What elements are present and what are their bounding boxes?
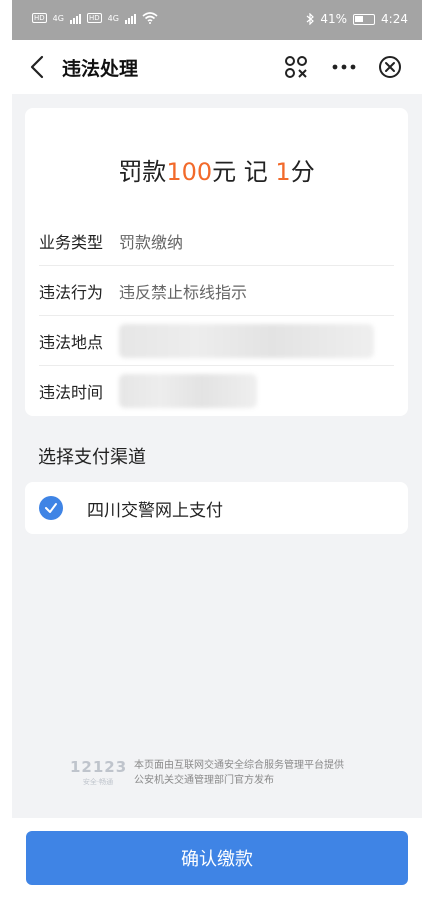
status-left: HD 4G HD 4G bbox=[32, 12, 158, 24]
logo-slogan: 安全·畅通 bbox=[82, 778, 114, 786]
status-bar: HD 4G HD 4G 41% 4:24 bbox=[12, 0, 422, 40]
detail-row-behavior: 违法行为 违反禁止标线指示 bbox=[39, 266, 394, 316]
app-screen: HD 4G HD 4G 41% 4:24 违法处理 罚款100元 记 1分 业务… bbox=[12, 0, 422, 910]
detail-row-time: 违法时间 bbox=[39, 366, 394, 416]
hd-badge-1: HD bbox=[32, 13, 47, 23]
wifi-icon bbox=[142, 12, 158, 24]
footer-line-1: 本页面由互联网交通安全综合服务管理平台提供 bbox=[134, 760, 344, 771]
scan-icon[interactable] bbox=[282, 53, 310, 81]
signal-icon-1 bbox=[69, 12, 81, 24]
clock: 4:24 bbox=[381, 12, 408, 26]
more-icon[interactable] bbox=[330, 53, 358, 81]
close-icon[interactable] bbox=[376, 53, 404, 81]
network-label-1: 4G bbox=[52, 13, 64, 23]
checkmark-icon[interactable] bbox=[39, 496, 63, 520]
battery-icon bbox=[353, 13, 376, 25]
payment-option[interactable]: 四川交警网上支付 bbox=[25, 482, 408, 534]
detail-row-type: 业务类型 罚款缴纳 bbox=[39, 216, 394, 266]
payment-section-title: 选择支付渠道 bbox=[38, 447, 146, 468]
detail-label: 违法时间 bbox=[39, 383, 104, 402]
detail-label: 违法行为 bbox=[39, 282, 104, 302]
bottom-bar: 确认缴款 bbox=[12, 818, 422, 910]
detail-label: 违法地点 bbox=[39, 332, 104, 352]
detail-value: 罚款缴纳 bbox=[119, 232, 184, 252]
back-arrow-icon[interactable] bbox=[26, 54, 50, 80]
fine-amount: 100 bbox=[166, 158, 213, 186]
violation-card: 罚款100元 记 1分 业务类型 罚款缴纳 违法行为 违反禁止标线指示 违法地点… bbox=[25, 108, 408, 416]
status-right: 41% 4:24 bbox=[306, 12, 408, 26]
fine-prefix: 罚款 bbox=[118, 158, 167, 186]
network-label-2: 4G bbox=[107, 13, 119, 23]
footer-line-2: 公安机关交通管理部门官方发布 bbox=[134, 775, 274, 786]
detail-row-location: 违法地点 bbox=[39, 316, 394, 366]
detail-value: 违反禁止标线指示 bbox=[119, 282, 248, 302]
logo-number: 12123 bbox=[70, 758, 128, 776]
detail-label: 业务类型 bbox=[39, 232, 104, 252]
nav-bar: 违法处理 bbox=[12, 40, 422, 94]
penalty-points: 1 bbox=[275, 158, 291, 186]
signal-icon-2 bbox=[124, 12, 136, 24]
payment-option-label: 四川交警网上支付 bbox=[87, 500, 223, 521]
battery-percent: 41% bbox=[320, 12, 348, 26]
bluetooth-icon bbox=[306, 13, 315, 25]
hd-badge-2: HD bbox=[86, 13, 102, 23]
redacted-location bbox=[119, 323, 374, 358]
fine-summary: 罚款100元 记 1分 bbox=[25, 152, 408, 187]
confirm-payment-button[interactable]: 确认缴款 bbox=[26, 831, 408, 885]
footer-credit: 12123 安全·畅通 本页面由互联网交通安全综合服务管理平台提供 公安机关交通… bbox=[70, 758, 390, 792]
redacted-time bbox=[119, 374, 257, 408]
fine-unit: 元 记 bbox=[212, 158, 268, 186]
logo-12123: 12123 安全·畅通 bbox=[70, 758, 126, 787]
points-unit: 分 bbox=[290, 158, 315, 186]
page-title: 违法处理 bbox=[62, 58, 139, 80]
footer-text: 本页面由互联网交通安全综合服务管理平台提供 公安机关交通管理部门官方发布 bbox=[134, 758, 344, 788]
